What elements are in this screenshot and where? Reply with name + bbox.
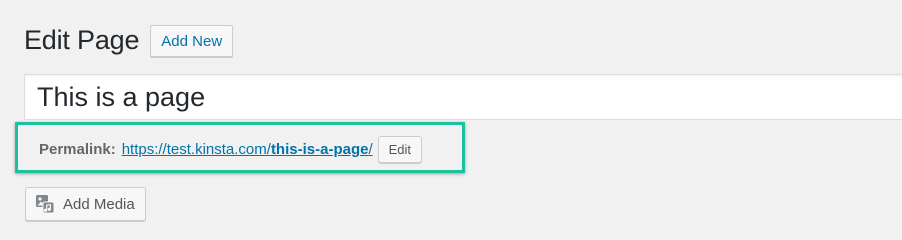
permalink-label: Permalink:: [39, 141, 116, 158]
media-icon: [35, 194, 55, 214]
add-media-button[interactable]: Add Media: [25, 187, 146, 221]
title-field-wrapper: [24, 74, 902, 120]
edit-permalink-button[interactable]: Edit: [377, 136, 423, 163]
title-input[interactable]: [25, 75, 902, 119]
permalink-highlight-box: Permalink: https://test.kinsta.com/this-…: [15, 122, 465, 173]
permalink-base-url: https://test.kinsta.com/: [121, 141, 271, 158]
add-media-label: Add Media: [63, 195, 135, 213]
permalink-link[interactable]: https://test.kinsta.com/this-is-a-page/: [122, 141, 373, 158]
permalink-row: Permalink: https://test.kinsta.com/this-…: [39, 136, 423, 163]
permalink-trailing-slash: /: [368, 141, 373, 158]
page-title: Edit Page: [24, 25, 140, 55]
add-new-button[interactable]: Add New: [150, 25, 234, 57]
permalink-slug: this-is-a-page: [270, 141, 369, 158]
page-heading: Edit Page Add New: [24, 22, 234, 58]
